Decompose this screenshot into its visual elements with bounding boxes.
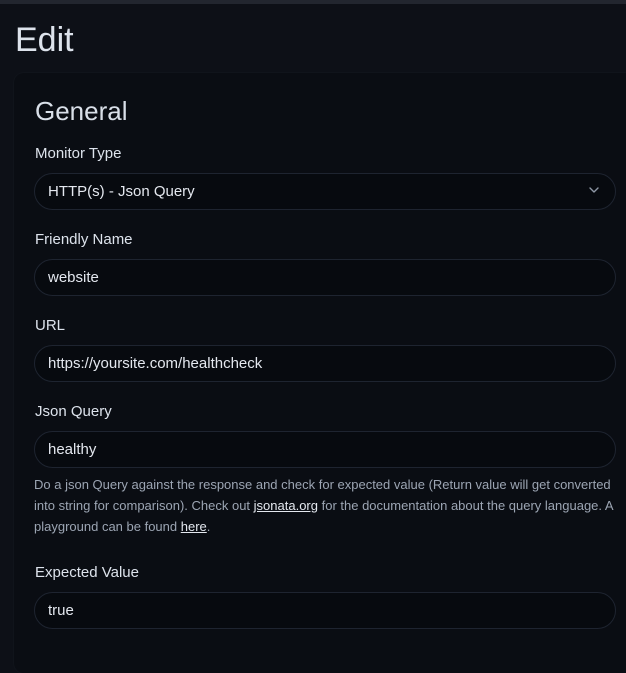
chevron-down-icon <box>589 187 599 193</box>
monitor-type-select[interactable]: HTTP(s) - Json Query <box>34 173 616 210</box>
expected-value-value: true <box>48 602 74 619</box>
top-bar <box>0 0 626 4</box>
url-value: https://yoursite.com/healthcheck <box>48 355 263 372</box>
playground-link[interactable]: here <box>181 519 207 534</box>
friendly-name-label: Friendly Name <box>35 231 133 248</box>
json-query-value: healthy <box>48 441 97 458</box>
help-text-part-3: . <box>206 519 211 534</box>
friendly-name-input[interactable]: website <box>34 259 616 296</box>
friendly-name-value: website <box>48 269 99 286</box>
expected-value-input[interactable]: true <box>34 592 616 629</box>
json-query-input[interactable]: healthy <box>34 431 616 468</box>
url-input[interactable]: https://yoursite.com/healthcheck <box>34 345 616 382</box>
expected-value-label: Expected Value <box>35 564 139 581</box>
jsonata-link[interactable]: jsonata.org <box>254 498 318 513</box>
json-query-label: Json Query <box>35 403 112 420</box>
monitor-type-label: Monitor Type <box>35 145 122 162</box>
json-query-help-text: Do a json Query against the response and… <box>34 474 616 537</box>
monitor-type-value: HTTP(s) - Json Query <box>48 183 195 200</box>
url-label: URL <box>35 317 66 334</box>
page-title: Edit <box>15 21 74 59</box>
section-title-general: General <box>35 96 128 126</box>
